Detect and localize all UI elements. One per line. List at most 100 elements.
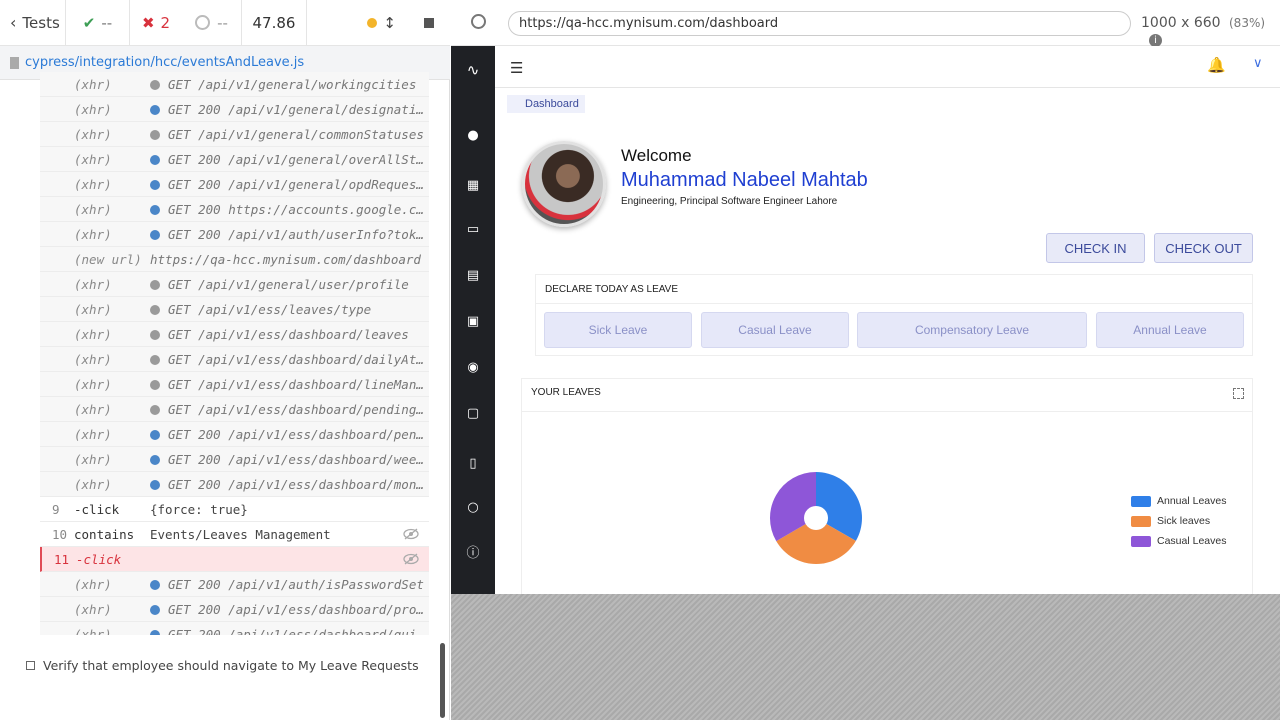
sick-leave-button[interactable]: Sick Leave (544, 312, 692, 348)
pending-circle-icon (195, 15, 211, 30)
passed-count[interactable]: ✔ -- (66, 0, 130, 46)
command-row[interactable]: (xhr) GET 200 /api/v1/ess/dashboard/wee..… (40, 447, 429, 472)
command-row[interactable]: 11 -click (40, 547, 429, 572)
command-row[interactable]: 10 contains Events/Leaves Management (40, 522, 429, 547)
request-status-dot-icon (150, 379, 160, 390)
request-status-dot-icon (150, 179, 160, 190)
chevron-left-icon: ‹ (10, 13, 17, 32)
command-row[interactable]: (new url) https://qa-hcc.mynisum.com/dash… (40, 247, 429, 272)
url-bar[interactable]: https://qa-hcc.mynisum.com/dashboard (508, 11, 1131, 36)
dashboard-grid-icon[interactable]: ▦ (465, 178, 481, 194)
legend-item[interactable]: Casual Leaves (1131, 535, 1226, 547)
command-message: GET 200 /api/v1/auth/userInfo?token=eyJh… (150, 227, 429, 242)
command-message-text: GET /api/v1/ess/dashboard/lineMan... (168, 376, 429, 392)
request-status-dot-icon (150, 329, 160, 340)
command-row[interactable]: (xhr) GET 200 /api/v1/ess/dashboard/pro..… (40, 597, 429, 622)
command-message-text: GET /api/v1/ess/dashboard/dailyAt... (168, 351, 429, 367)
command-message: GET 200 /api/v1/ess/dashboard/qui... (150, 627, 429, 635)
reporter-scrollbar[interactable] (440, 643, 445, 718)
inbox-icon[interactable]: ▯ (465, 456, 481, 472)
command-row[interactable]: (xhr) GET 200 /api/v1/auth/userInfo?token… (40, 222, 429, 247)
command-row[interactable]: (xhr) GET /api/v1/general/user/profile (40, 272, 429, 297)
compensatory-leave-button[interactable]: Compensatory Leave (857, 312, 1087, 348)
stop-icon[interactable] (424, 17, 434, 28)
request-status-dot-icon (150, 204, 160, 215)
welcome-text: Welcome (621, 146, 692, 165)
command-name: (xhr) (74, 101, 112, 117)
command-message-text: GET 200 /api/v1/ess/dashboard/wee... (168, 451, 429, 467)
app-sidebar: ∿ ● ▦ ▭ ▤ ▣ ◉ ▢ ▯ ○ ⓘ (451, 46, 495, 594)
command-row[interactable]: (xhr) GET 200 https://accounts.google.com… (40, 197, 429, 222)
chevron-down-icon[interactable]: ∨ (1253, 56, 1263, 71)
legend-label: Sick leaves (1157, 515, 1211, 527)
breadcrumb[interactable]: Dashboard (507, 95, 585, 113)
user-role: Engineering, Principal Software Engineer… (621, 196, 838, 207)
alert-icon[interactable]: ⓘ (465, 546, 481, 562)
request-status-dot-icon (150, 604, 160, 615)
legend-label: Casual Leaves (1157, 535, 1227, 547)
casual-leave-button[interactable]: Casual Leave (701, 312, 849, 348)
calendar-icon[interactable]: ▤ (465, 268, 481, 284)
command-name: (xhr) (74, 451, 112, 467)
command-row[interactable]: (xhr) GET 200 /api/v1/auth/isPasswordSet (40, 572, 429, 597)
legend-item[interactable]: Annual Leaves (1131, 495, 1226, 507)
logo-icon[interactable]: ∿ (465, 62, 481, 78)
resize-arrows-icon[interactable]: ↕ (383, 14, 396, 32)
next-test[interactable]: Verify that employee should navigate to … (26, 658, 419, 673)
command-message-text: GET /api/v1/general/commonStatuses (168, 126, 424, 142)
command-row[interactable]: (xhr) GET 200 /api/v1/general/overAllSt..… (40, 147, 429, 172)
command-row[interactable]: (xhr) GET /api/v1/ess/dashboard/pending..… (40, 397, 429, 422)
eye-hidden-icon[interactable] (403, 528, 419, 540)
command-name: (xhr) (74, 126, 112, 142)
app-topbar: ☰ 🔔 ∨ (495, 46, 1280, 88)
spec-path[interactable]: cypress/integration/hcc/eventsAndLeave.j… (25, 55, 304, 70)
user-name: Muhammad Nabeel Mahtab (621, 169, 868, 191)
command-row[interactable]: (xhr) GET 200 /api/v1/ess/dashboard/pen..… (40, 422, 429, 447)
check-out-button[interactable]: CHECK OUT (1154, 233, 1253, 263)
menu-toggle-icon[interactable]: ☰ (510, 59, 523, 77)
command-row[interactable]: (xhr) GET /api/v1/ess/dashboard/dailyAt..… (40, 347, 429, 372)
command-name: (xhr) (74, 576, 112, 592)
command-row[interactable]: (xhr) GET /api/v1/ess/dashboard/leaves (40, 322, 429, 347)
legend-label: Annual Leaves (1157, 495, 1227, 507)
request-status-dot-icon (150, 304, 160, 315)
money-icon[interactable]: ▢ (465, 406, 481, 422)
command-name: -click (74, 501, 120, 517)
user-icon[interactable]: ● (465, 128, 481, 144)
check-in-button[interactable]: CHECK IN (1046, 233, 1145, 263)
command-name: (xhr) (74, 626, 112, 636)
command-name: (xhr) (74, 426, 112, 442)
failed-count[interactable]: ✖ 2 (130, 0, 182, 46)
your-leaves-title: YOUR LEAVES (531, 387, 601, 398)
command-name: (xhr) (74, 351, 112, 367)
command-row[interactable]: (xhr) GET /api/v1/general/commonStatuses (40, 122, 429, 147)
profile-icon[interactable]: ○ (465, 500, 481, 516)
team-icon[interactable]: ◉ (465, 360, 481, 376)
command-row[interactable]: (xhr) GET /api/v1/general/workingcities (40, 72, 429, 97)
bell-icon[interactable]: 🔔 (1207, 56, 1226, 74)
crosshair-icon[interactable] (471, 14, 486, 29)
tests-nav[interactable]: ‹ Tests (0, 0, 66, 46)
command-row[interactable]: 9 -click {force: true} (40, 497, 429, 522)
command-row[interactable]: (xhr) GET /api/v1/ess/dashboard/lineMan..… (40, 372, 429, 397)
command-name: (xhr) (74, 301, 112, 317)
clipboard-icon[interactable]: ▣ (465, 314, 481, 330)
command-row[interactable]: (xhr) GET 200 /api/v1/general/opdReques..… (40, 172, 429, 197)
annual-leave-button[interactable]: Annual Leave (1096, 312, 1244, 348)
viewport-dims: 1000 x 660 (1141, 15, 1221, 31)
next-test-title: Verify that employee should navigate to … (43, 658, 419, 673)
command-row[interactable]: (xhr) GET 200 /api/v1/general/designati..… (40, 97, 429, 122)
command-row[interactable]: (xhr) GET 200 /api/v1/ess/dashboard/mon..… (40, 472, 429, 497)
command-row[interactable]: (xhr) GET /api/v1/ess/leaves/type (40, 297, 429, 322)
legend-swatch (1131, 515, 1151, 527)
pending-count[interactable]: -- (182, 0, 242, 46)
layers-icon[interactable]: ▭ (465, 222, 481, 238)
command-message-text: GET 200 /api/v1/ess/dashboard/pen... (168, 426, 429, 442)
command-name: (xhr) (74, 151, 112, 167)
expand-icon[interactable] (1233, 388, 1244, 399)
command-row[interactable]: (xhr) GET 200 /api/v1/ess/dashboard/qui..… (40, 622, 429, 635)
legend-item[interactable]: Sick leaves (1131, 515, 1210, 527)
eye-hidden-icon[interactable] (403, 553, 419, 565)
legend-swatch (1131, 535, 1151, 547)
duration: 47.86 (242, 0, 307, 46)
